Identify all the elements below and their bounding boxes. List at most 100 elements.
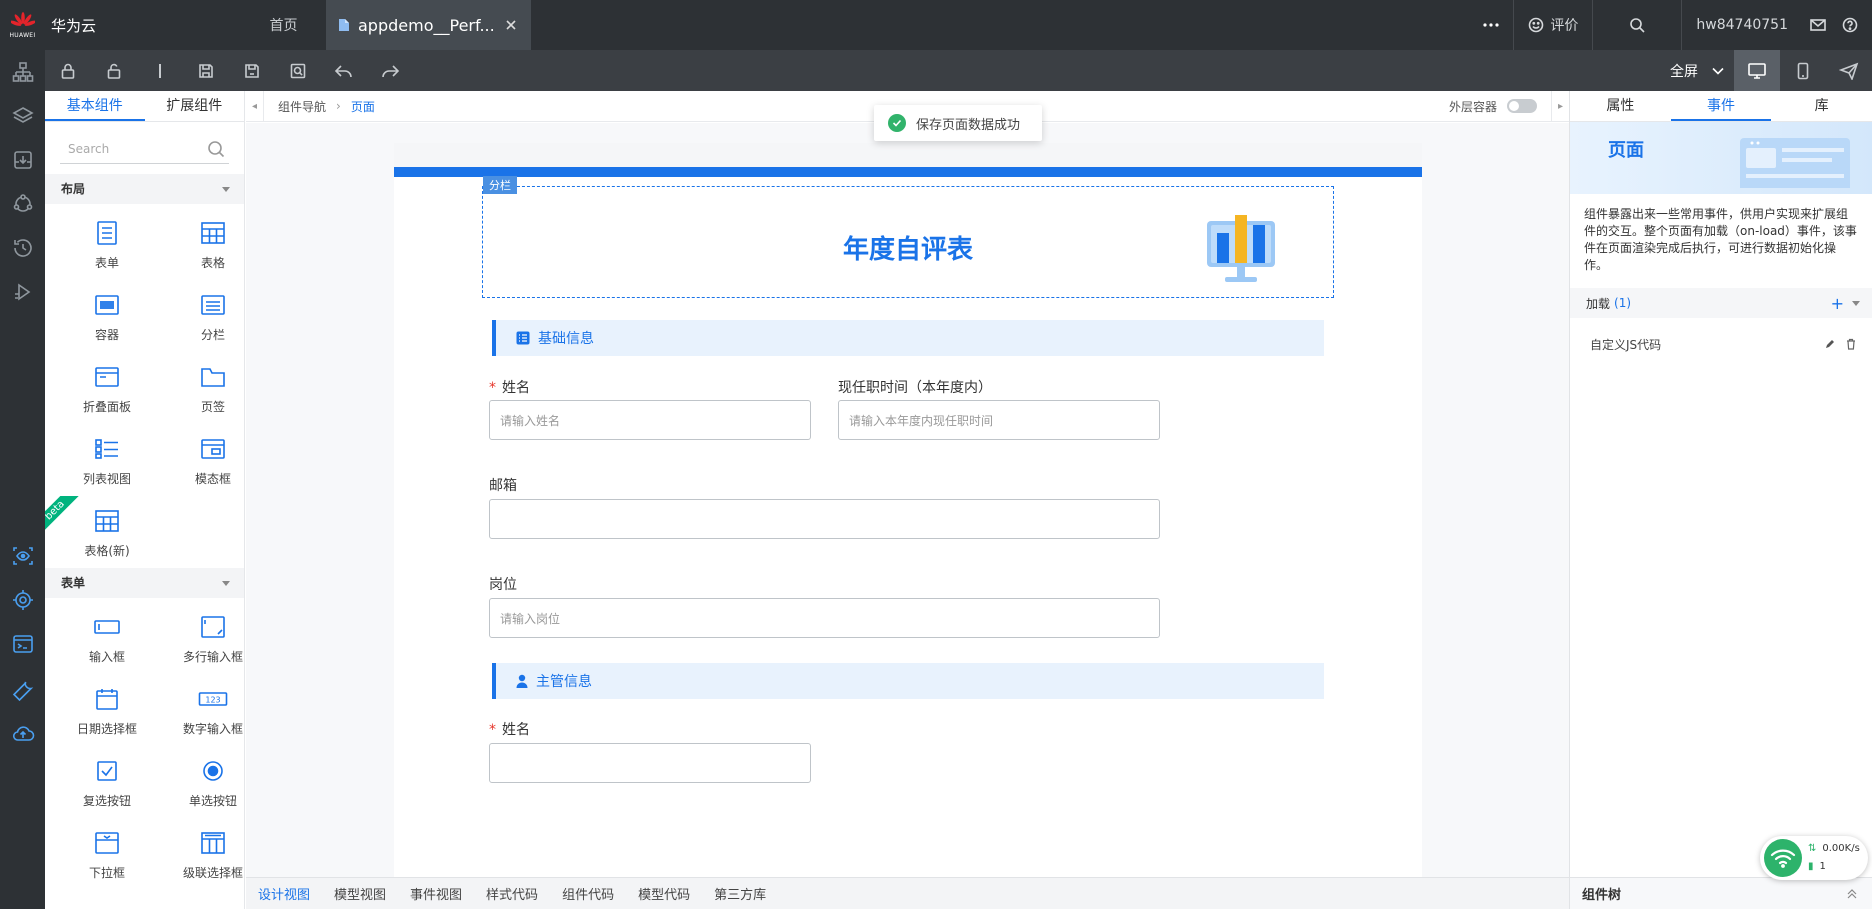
tenure-input[interactable]: 请输入本年度内现任职时间: [838, 400, 1160, 440]
design-canvas: ◂ 组件导航 › 页面 外层容器 ▸ 保存页面数据成功 分栏 年度自评表 基础信…: [246, 90, 1569, 909]
delete-icon[interactable]: [1846, 338, 1856, 350]
collapse-left-icon[interactable]: ◂: [246, 90, 264, 122]
edit-icon[interactable]: [1824, 338, 1836, 350]
tab-model-view[interactable]: 模型视图: [334, 884, 386, 903]
component-cascader[interactable]: 级联选择框: [171, 828, 244, 886]
component-list-view[interactable]: 列表视图: [65, 434, 149, 492]
position-input[interactable]: 请输入岗位: [489, 598, 1160, 638]
component-checkbox[interactable]: 复选按钮: [65, 756, 149, 814]
tab-home[interactable]: 首页: [251, 15, 316, 35]
sitemap-icon[interactable]: [11, 60, 35, 84]
load-event-row[interactable]: 加载 (1) +: [1570, 288, 1872, 318]
section-layout-label: 布局: [61, 182, 86, 196]
tab-appdemo[interactable]: appdemo__Perf...: [326, 0, 531, 50]
calendar-icon: [92, 684, 122, 714]
terminal-icon[interactable]: [11, 632, 35, 656]
tab-style-code[interactable]: 样式代码: [486, 884, 538, 903]
breadcrumb-current[interactable]: 页面: [351, 98, 375, 115]
mobile-icon[interactable]: [1780, 50, 1826, 91]
network-widget[interactable]: ⇅ 0.00K/s ▮ 1: [1760, 836, 1868, 880]
column-tag[interactable]: 分栏: [483, 176, 517, 194]
publish-icon[interactable]: [1826, 50, 1872, 91]
lock-icon[interactable]: [45, 50, 91, 91]
preview-icon[interactable]: [11, 544, 35, 568]
collapse-right-icon[interactable]: ▸: [1551, 90, 1569, 122]
component-radio[interactable]: 单选按钮: [171, 756, 244, 814]
tabs-icon: [198, 362, 228, 392]
save-icon[interactable]: [183, 50, 229, 91]
undo-icon[interactable]: [321, 50, 367, 91]
name-input[interactable]: 请输入姓名: [489, 400, 811, 440]
fullscreen-select[interactable]: 全屏: [1660, 61, 1734, 81]
search-icon[interactable]: [1592, 0, 1681, 50]
tab-third-party-libs[interactable]: 第三方库: [714, 884, 766, 903]
wrench-icon[interactable]: [11, 678, 35, 702]
huawei-logo[interactable]: HUAWEI: [0, 0, 45, 50]
tab-basic-components[interactable]: 基本组件: [45, 91, 145, 121]
redo-icon[interactable]: [367, 50, 413, 91]
custom-js-item[interactable]: 自定义JS代码: [1570, 324, 1872, 364]
svg-text:123: 123: [205, 696, 220, 705]
tab-properties[interactable]: 属性: [1570, 91, 1671, 121]
cloud-upload-icon[interactable]: [11, 722, 35, 746]
position-placeholder: 请输入岗位: [500, 611, 561, 626]
tab-library[interactable]: 库: [1771, 91, 1872, 121]
mail-icon[interactable]: [1802, 0, 1834, 50]
component-columns[interactable]: 分栏: [171, 290, 244, 348]
cloud-name[interactable]: 华为云: [51, 15, 251, 36]
section-layout[interactable]: 布局: [45, 174, 244, 204]
help-icon[interactable]: [1834, 0, 1872, 50]
manager-name-select[interactable]: [489, 743, 811, 783]
rate-button[interactable]: 评价: [1513, 0, 1592, 50]
preview-search-icon[interactable]: [275, 50, 321, 91]
nodes-icon[interactable]: [11, 192, 35, 216]
page-illustration: [1736, 136, 1854, 188]
radio-icon: [198, 756, 228, 786]
component-date-picker[interactable]: 日期选择框: [65, 684, 149, 742]
caret-down-icon[interactable]: [1852, 300, 1860, 306]
tab-events[interactable]: 事件: [1670, 91, 1772, 121]
component-modal[interactable]: 模态框: [171, 434, 244, 492]
component-table[interactable]: 表格: [171, 218, 244, 276]
run-icon[interactable]: [11, 280, 35, 304]
tab-component-code[interactable]: 组件代码: [562, 884, 614, 903]
column-container[interactable]: 年度自评表: [482, 186, 1334, 298]
component-textarea[interactable]: 多行输入框: [171, 612, 244, 670]
tab-event-view[interactable]: 事件视图: [410, 884, 462, 903]
component-label: 多行输入框: [182, 650, 243, 664]
more-icon[interactable]: [1469, 0, 1513, 50]
target-icon[interactable]: [11, 588, 35, 612]
section-form[interactable]: 表单: [45, 568, 244, 598]
component-collapse-panel[interactable]: 折叠面板: [65, 362, 149, 420]
name-placeholder: 请输入姓名: [500, 413, 561, 428]
breadcrumb-root[interactable]: 组件导航: [278, 98, 326, 115]
table-icon: [198, 218, 228, 248]
component-tree-bar[interactable]: 组件树: [1570, 877, 1872, 909]
outer-container-switch[interactable]: [1507, 99, 1537, 113]
layers-icon[interactable]: [11, 104, 35, 128]
add-icon[interactable]: +: [1831, 294, 1844, 313]
document-icon: [338, 18, 350, 32]
form-page[interactable]: 分栏 年度自评表 基础信息 * 姓名 请输入姓名 现任职时间（本年度内） 请输入…: [394, 143, 1422, 877]
component-number-input[interactable]: 123 数字输入框: [171, 684, 244, 742]
history-icon[interactable]: [11, 236, 35, 260]
tab-extended-components[interactable]: 扩展组件: [145, 91, 245, 121]
tab-design-view[interactable]: 设计视图: [258, 884, 310, 903]
email-input[interactable]: [489, 499, 1160, 539]
form-components: 输入框 多行输入框 日期选择框 123 数字输入框 复选按钮 单选按钮 下拉框: [45, 598, 244, 890]
component-tabs[interactable]: 页签: [171, 362, 244, 420]
component-input[interactable]: 输入框: [65, 612, 149, 670]
close-icon[interactable]: [505, 19, 517, 31]
username[interactable]: hw84740751: [1681, 0, 1802, 50]
desktop-icon[interactable]: [1734, 50, 1780, 91]
import-icon[interactable]: [11, 148, 35, 172]
component-dropdown[interactable]: 下拉框: [65, 828, 149, 886]
component-form[interactable]: 表单: [65, 218, 149, 276]
component-table-new[interactable]: beta 表格(新): [45, 496, 149, 564]
save-as-icon[interactable]: [229, 50, 275, 91]
tab-model-code[interactable]: 模型代码: [638, 884, 690, 903]
component-container[interactable]: 容器: [65, 290, 149, 348]
unlock-icon[interactable]: [91, 50, 137, 91]
double-chevron-up-icon[interactable]: [1847, 888, 1857, 899]
component-search-input[interactable]: Search: [60, 134, 229, 164]
